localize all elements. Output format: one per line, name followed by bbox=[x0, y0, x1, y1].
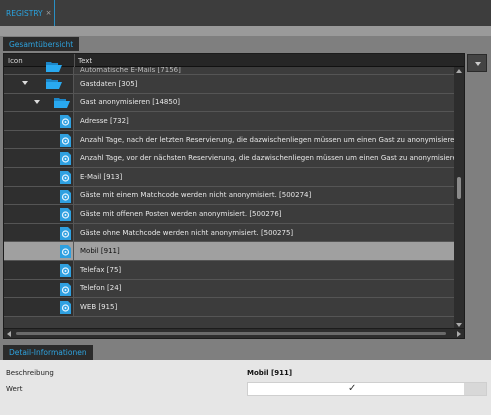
beschreibung-label: Beschreibung bbox=[6, 369, 54, 377]
tree-row[interactable]: Mobil [911] bbox=[4, 242, 456, 261]
folder-open-icon bbox=[46, 62, 62, 72]
setting-gear-icon bbox=[60, 208, 71, 222]
tree-row-icon-cell bbox=[4, 75, 74, 93]
tree-row[interactable]: Telefax [75] bbox=[4, 260, 456, 280]
scroll-thumb[interactable] bbox=[457, 177, 461, 199]
beschreibung-value: Mobil [911] bbox=[247, 369, 293, 377]
tree-row[interactable]: Adresse [732] bbox=[4, 112, 456, 131]
scroll-down-icon[interactable] bbox=[456, 323, 462, 327]
expand-arrow-icon[interactable] bbox=[22, 81, 28, 85]
tree-row-icon-cell bbox=[4, 93, 74, 112]
tree-row[interactable]: Telefon [24] bbox=[4, 279, 456, 299]
tab-detail-informationen[interactable]: Detail-Informationen bbox=[3, 345, 93, 360]
tree-row-text: Mobil [911] bbox=[74, 242, 456, 260]
tree-row[interactable]: Automatische E-Mails [7156] bbox=[4, 62, 456, 75]
tree-row-text: Telefon [24] bbox=[74, 279, 456, 298]
setting-gear-icon bbox=[60, 301, 71, 315]
tree-row[interactable]: Anzahl Tage, vor der nächsten Reservieru… bbox=[4, 149, 456, 168]
tree-row-icon-cell bbox=[4, 298, 74, 316]
tab-registry-label: REGISTRY bbox=[6, 8, 43, 18]
tree-row-text: E-Mail [913] bbox=[74, 167, 456, 186]
tree-row[interactable]: Gäste mit offenen Posten werden anonymis… bbox=[4, 205, 456, 224]
chevron-down-icon bbox=[475, 62, 481, 66]
vertical-scrollbar[interactable] bbox=[454, 67, 464, 329]
tab-gesamtuebersicht[interactable]: Gesamtübersicht bbox=[3, 37, 80, 51]
tree-row-text: WEB [915] bbox=[74, 298, 456, 316]
tree-row[interactable]: Anzahl Tage, nach der letzten Reservieru… bbox=[4, 130, 456, 150]
tree-row-icon-cell bbox=[4, 242, 74, 260]
column-header-text[interactable]: Text bbox=[78, 57, 92, 65]
tree-row-text: Gäste mit offenen Posten werden anonymis… bbox=[74, 205, 456, 223]
checkmark-icon: ✓ bbox=[348, 383, 357, 394]
tree-row-icon-cell bbox=[4, 167, 74, 186]
scroll-left-icon[interactable] bbox=[7, 331, 11, 337]
expand-arrow-icon[interactable] bbox=[34, 99, 40, 104]
setting-gear-icon bbox=[60, 263, 71, 277]
tree-row-icon-cell bbox=[4, 112, 74, 130]
tree-row[interactable]: Gäste mit einem Matchcode werden nicht a… bbox=[4, 186, 456, 206]
grid-header: Icon Text bbox=[4, 54, 464, 67]
setting-gear-icon bbox=[60, 133, 71, 147]
setting-gear-icon bbox=[60, 152, 71, 166]
title-bar: REGISTRY × bbox=[0, 0, 491, 26]
setting-gear-icon bbox=[60, 115, 71, 129]
dropdown-menu-button[interactable] bbox=[467, 54, 487, 72]
tree-row-icon-cell bbox=[4, 279, 74, 298]
close-icon[interactable]: × bbox=[46, 9, 52, 17]
tree-row-icon-cell bbox=[4, 223, 74, 242]
tree-row-text: Gäste mit einem Matchcode werden nicht a… bbox=[74, 186, 456, 205]
folder-open-icon bbox=[46, 79, 62, 89]
tree-row-text: Adresse [732] bbox=[74, 112, 456, 130]
column-header-icon[interactable]: Icon bbox=[8, 57, 23, 65]
wert-label: Wert bbox=[6, 385, 23, 393]
setting-gear-icon bbox=[60, 282, 71, 296]
tree-row-text: Anzahl Tage, vor der nächsten Reservieru… bbox=[74, 149, 456, 167]
tree-row-text: Automatische E-Mails [7156] bbox=[74, 67, 456, 74]
scroll-up-icon[interactable] bbox=[456, 69, 462, 73]
hscroll-thumb[interactable] bbox=[16, 332, 446, 335]
tree-row[interactable]: WEB [915] bbox=[4, 298, 456, 317]
setting-gear-icon bbox=[60, 245, 71, 259]
tree-row-icon-cell bbox=[4, 186, 74, 205]
wert-field[interactable]: ✓ bbox=[247, 382, 487, 396]
scroll-right-icon[interactable] bbox=[457, 331, 461, 337]
registry-tree-grid: Icon Text Automatische E-Mails [7156] Gas… bbox=[3, 53, 465, 339]
tree-row-text: Anzahl Tage, nach der letzten Reservieru… bbox=[74, 130, 456, 149]
tree-row-text: Gäste ohne Matchcode werden nicht anonym… bbox=[74, 223, 456, 242]
tree-row-icon-cell bbox=[4, 205, 74, 223]
setting-gear-icon bbox=[60, 226, 71, 240]
tree-row-text: Telefax [75] bbox=[74, 260, 456, 279]
wert-field-button[interactable] bbox=[464, 383, 486, 395]
tree-row[interactable]: Gast anonymisieren [14850] bbox=[4, 93, 456, 113]
tree-row-icon-cell bbox=[4, 260, 74, 279]
toolbar-area bbox=[0, 26, 491, 36]
detail-panel: Beschreibung Mobil [911] Wert ✓ bbox=[0, 360, 491, 415]
tree-row[interactable]: Gäste ohne Matchcode werden nicht anonym… bbox=[4, 223, 456, 243]
folder-open-icon bbox=[54, 97, 70, 108]
tree-row-icon-cell bbox=[4, 130, 74, 149]
tree-row-icon-cell bbox=[4, 149, 74, 167]
tab-registry[interactable]: REGISTRY × bbox=[0, 0, 55, 26]
horizontal-scrollbar[interactable] bbox=[4, 328, 464, 338]
setting-gear-icon bbox=[60, 189, 71, 203]
tree-row-text: Gastdaten [305] bbox=[74, 75, 456, 93]
tree-row-icon-cell bbox=[4, 62, 74, 74]
setting-gear-icon bbox=[60, 170, 71, 184]
tree-row-text: Gast anonymisieren [14850] bbox=[74, 93, 456, 112]
grid-rows: Automatische E-Mails [7156] Gastdaten [30… bbox=[4, 62, 456, 317]
column-separator[interactable] bbox=[74, 54, 75, 67]
tree-row[interactable]: Gastdaten [305] bbox=[4, 75, 456, 94]
tree-row[interactable]: E-Mail [913] bbox=[4, 167, 456, 187]
